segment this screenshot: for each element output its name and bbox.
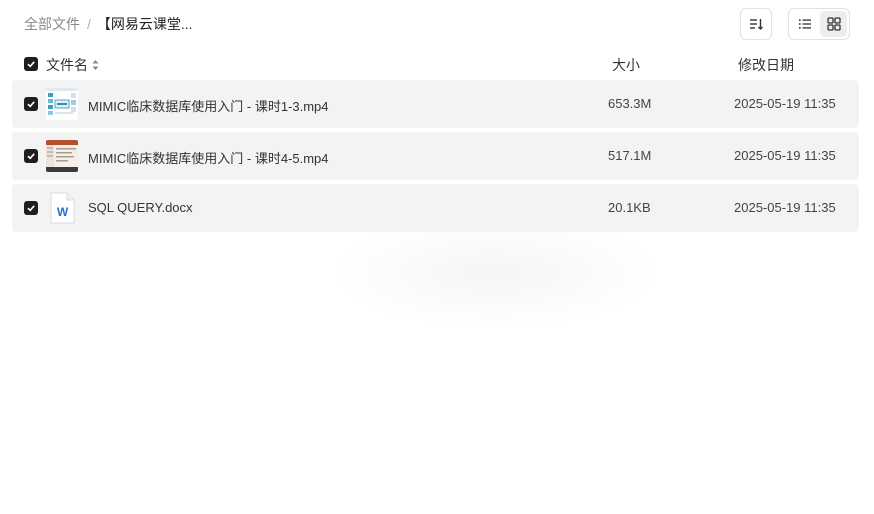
row-checkbox[interactable] [24,201,38,215]
sort-button[interactable] [740,8,772,40]
row-checkbox[interactable] [24,149,38,163]
file-size: 653.3M [608,96,652,111]
checkmark-icon [27,153,35,160]
column-header-size[interactable]: 大小 [612,55,640,75]
top-bar: 全部文件 / 【网易云课堂... [0,0,874,48]
table-row[interactable]: MIMIC临床数据库使用入门 - 课时1-3.mp4 653.3M 2025-0… [12,80,859,128]
file-modified-date: 2025-05-19 11:35 [734,148,836,163]
checkmark-icon [27,101,35,108]
breadcrumb-current-folder: 【网易云课堂... [96,16,193,32]
sort-icon [750,19,763,30]
column-header-name-label: 文件名 [46,57,88,73]
column-header-modified[interactable]: 修改日期 [738,55,794,75]
sort-caret-icon [92,59,99,71]
file-name[interactable]: MIMIC临床数据库使用入门 - 课时1-3.mp4 [88,96,329,115]
table-row[interactable]: W SQL QUERY.docx 20.1KB 2025-05-19 11:35 [12,184,859,232]
word-doc-icon: W [46,192,78,224]
view-mode-toggle [788,8,850,40]
video-thumbnail [46,140,78,172]
file-modified-date: 2025-05-19 11:35 [734,96,836,111]
file-browser: 全部文件 / 【网易云课堂... 文件名 大小 修改日期 MIMIC临床数据库使… [0,0,874,514]
breadcrumb-root-link[interactable]: 全部文件 [24,15,80,33]
list-view-icon [798,19,811,29]
column-header-name[interactable]: 文件名 [46,55,99,75]
grid-view-button[interactable] [820,11,847,37]
select-all-checkbox[interactable] [24,57,38,71]
breadcrumb: 全部文件 / 【网易云课堂... [24,15,193,33]
file-list: MIMIC临床数据库使用入门 - 课时1-3.mp4 653.3M 2025-0… [12,80,859,236]
grid-view-icon [826,17,841,31]
svg-text:W: W [57,205,69,219]
file-name[interactable]: SQL QUERY.docx [88,200,193,215]
video-thumbnail [46,88,78,120]
list-view-button[interactable] [791,11,818,37]
checkmark-icon [27,205,35,212]
file-modified-date: 2025-05-19 11:35 [734,200,836,215]
file-name[interactable]: MIMIC临床数据库使用入门 - 课时4-5.mp4 [88,148,329,167]
breadcrumb-separator: / [87,16,91,32]
table-row[interactable]: MIMIC临床数据库使用入门 - 课时4-5.mp4 517.1M 2025-0… [12,132,859,180]
row-checkbox[interactable] [24,97,38,111]
file-size: 20.1KB [608,200,651,215]
table-header: 文件名 大小 修改日期 [0,52,874,76]
checkmark-icon [27,61,35,68]
file-size: 517.1M [608,148,652,163]
